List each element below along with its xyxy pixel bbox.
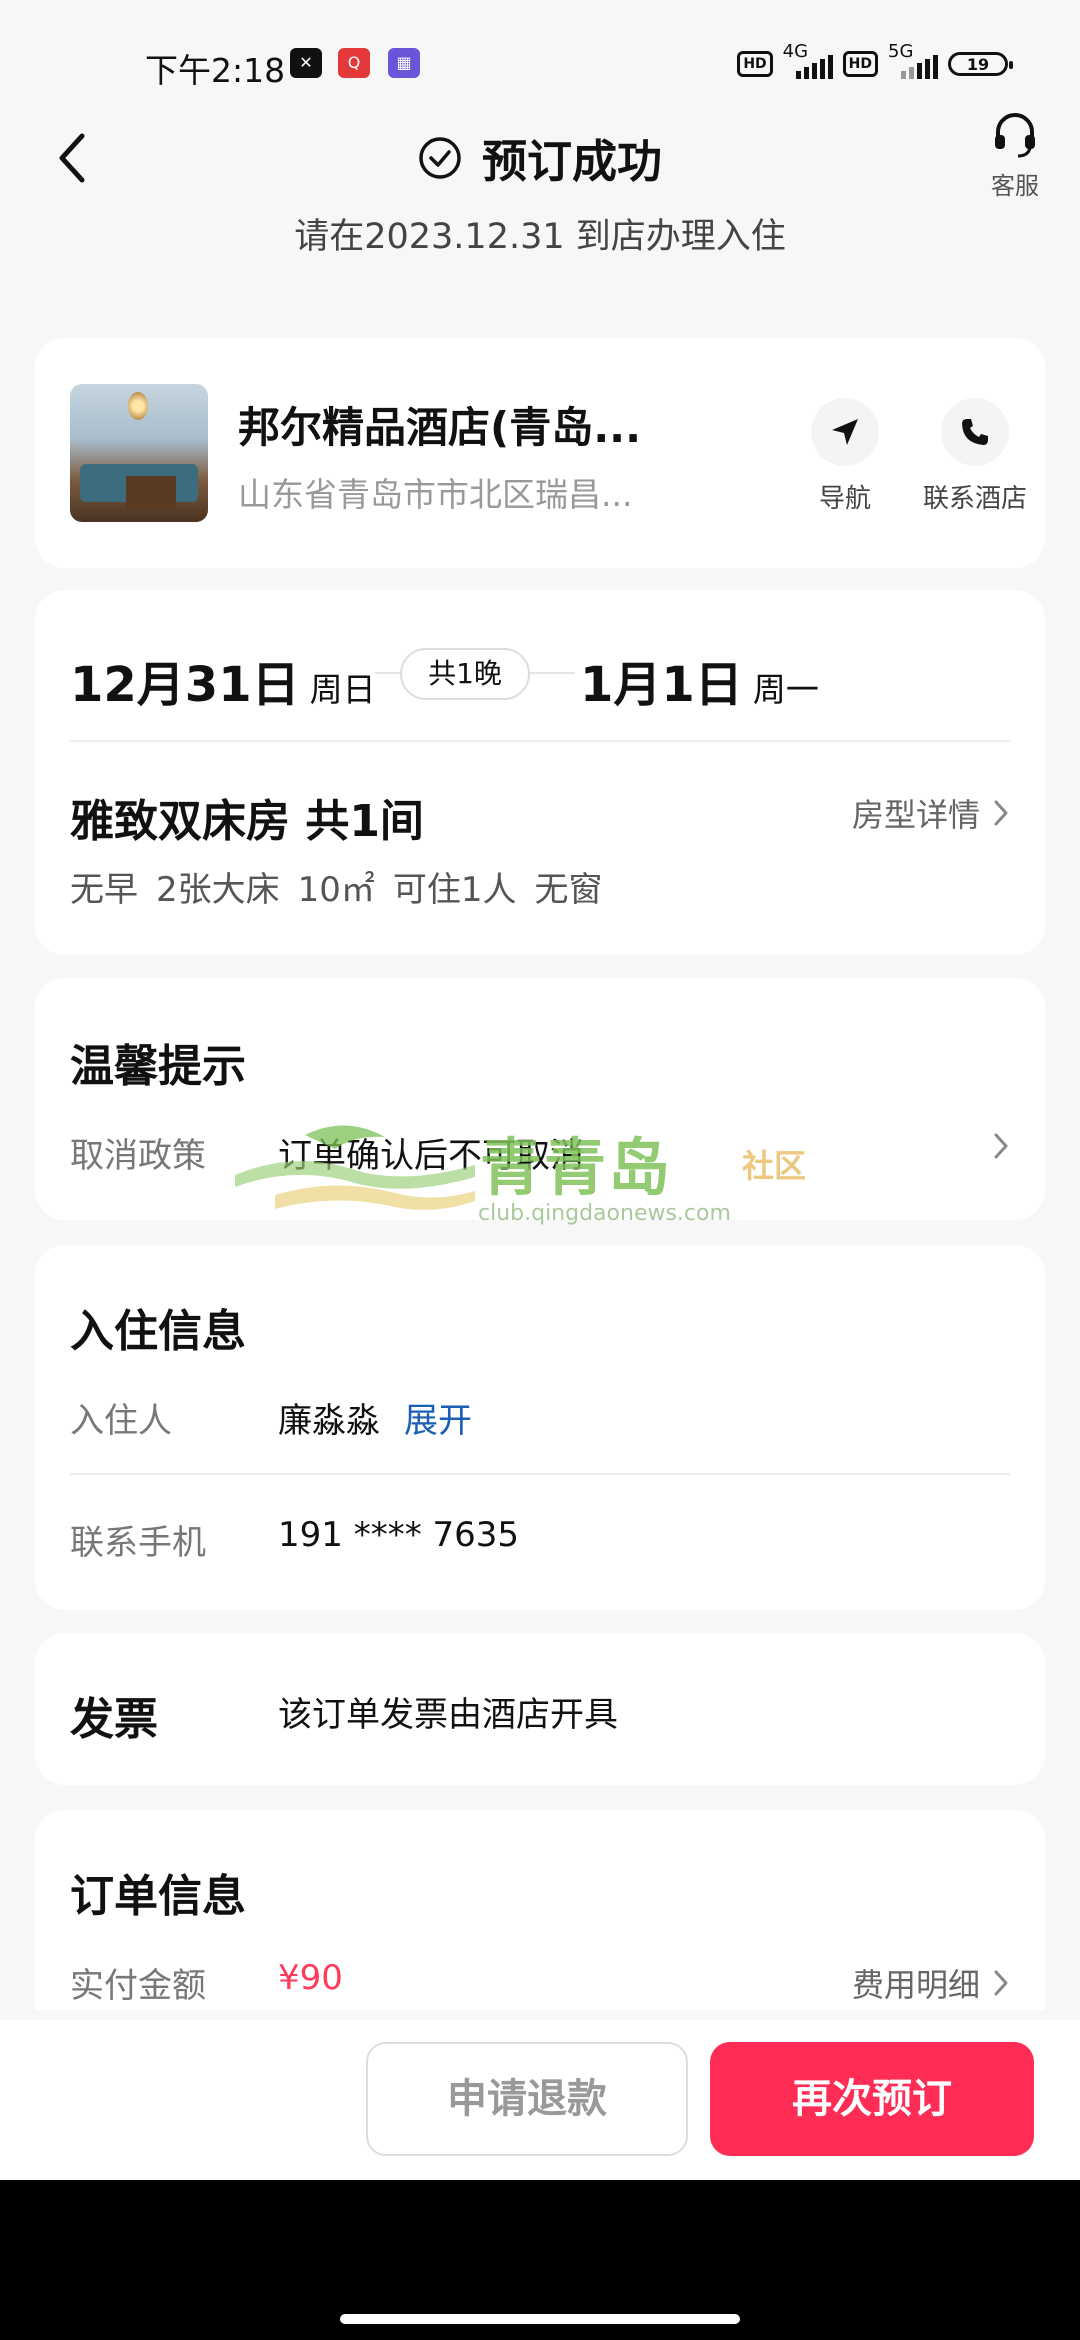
guest-name-row: 廉淼淼 展开 <box>278 1393 472 1442</box>
guest-info-card: 入住信息 入住人 廉淼淼 展开 联系手机 191 **** 7635 <box>35 1245 1045 1610</box>
feature-window: 无窗 <box>534 870 603 910</box>
watermark-community: 社区 <box>742 1147 807 1185</box>
checkout-date-value: 1月1日 <box>580 657 743 713</box>
battery-icon: 19 <box>948 52 1013 76</box>
home-indicator[interactable] <box>340 2314 740 2324</box>
invoice-text: 该订单发票由酒店开具 <box>278 1695 618 1735</box>
headset-icon <box>995 113 1035 158</box>
watermark-logo: 青青岛 社区 club.qingdaonews.com <box>235 1115 835 1235</box>
feature-area: 10㎡ <box>297 870 375 910</box>
status-bar: 下午2:18 ✕ Q ▦ HD 4G HD 5G 19 <box>0 0 1080 120</box>
capcut-app-icon: ✕ <box>290 48 322 78</box>
fee-detail-link[interactable]: 费用明细 <box>852 1960 1010 2006</box>
divider <box>70 740 1010 742</box>
call-hotel-label: 联系酒店 <box>922 484 1027 514</box>
watermark-brand: 青青岛 <box>480 1131 673 1204</box>
divider <box>70 1473 1010 1475</box>
paid-amount: ¥90 <box>278 1958 343 1998</box>
system-navigation-bar <box>0 2180 1080 2340</box>
order-info-title: 订单信息 <box>70 1871 246 1922</box>
cancel-policy-label: 取消政策 <box>70 1136 206 1176</box>
checkout-weekday: 周一 <box>752 670 819 709</box>
customer-service-button[interactable]: 客服 <box>980 110 1050 201</box>
bottom-action-bar: 申请退款 再次预订 <box>0 2020 1080 2180</box>
nights-badge: 共1晚 <box>400 648 530 700</box>
signal-4g-icon: 4G <box>783 41 833 81</box>
checkin-date-value: 12月31日 <box>70 657 300 713</box>
check-circle-icon <box>419 136 461 179</box>
navigate-button[interactable]: 导航 <box>790 398 900 515</box>
tips-title: 温馨提示 <box>70 1041 246 1092</box>
room-features: 无早 2张大床 10㎡ 可住1人 无窗 <box>70 862 603 911</box>
feature-occupancy: 可住1人 <box>392 870 517 910</box>
rebook-button[interactable]: 再次预订 <box>710 2042 1034 2156</box>
hotel-card[interactable]: 邦尔精品酒店(青岛... 山东省青岛市市北区瑞昌... 导航 联系酒店 <box>35 338 1045 568</box>
order-info-card: 订单信息 实付金额 ¥90 费用明细 <box>35 1810 1045 2010</box>
fee-detail-label: 费用明细 <box>851 1966 980 2004</box>
invoice-card: 发票 该订单发票由酒店开具 <box>35 1633 1045 1785</box>
navigation-arrow-icon <box>832 419 858 445</box>
phone-label: 联系手机 <box>70 1523 206 1563</box>
checkin-date: 12月31日 周日 <box>70 645 376 715</box>
invoice-title: 发票 <box>70 1694 158 1745</box>
room-type: 雅致双床房 共1间 <box>70 796 424 847</box>
signal-5g-icon: 5G <box>888 41 938 81</box>
page-header: 预订成功 <box>0 125 1080 190</box>
page-title: 预订成功 <box>481 135 662 188</box>
room-detail-label: 房型详情 <box>851 796 980 834</box>
status-time: 下午2:18 <box>145 51 286 90</box>
chevron-right-icon <box>994 1970 1008 1996</box>
hotel-address: 山东省青岛市市北区瑞昌... <box>238 475 633 514</box>
customer-service-label: 客服 <box>991 172 1039 200</box>
chevron-right-icon <box>994 1133 1008 1159</box>
phone-value: 191 **** 7635 <box>278 1515 520 1555</box>
guest-info-title: 入住信息 <box>70 1306 246 1357</box>
expand-guests-link[interactable]: 展开 <box>404 1401 472 1441</box>
checkin-weekday: 周日 <box>309 670 376 709</box>
call-hotel-button[interactable]: 联系酒店 <box>910 398 1040 515</box>
checkin-reminder: 请在2023.12.31 到店办理入住 <box>294 217 786 257</box>
hd-icon-2: HD <box>842 51 878 77</box>
hotel-thumbnail[interactable] <box>70 384 208 522</box>
room-detail-link[interactable]: 房型详情 <box>852 790 1010 836</box>
refund-button[interactable]: 申请退款 <box>366 2042 688 2156</box>
battery-level: 19 <box>966 54 990 74</box>
guest-name: 廉淼淼 <box>278 1401 380 1441</box>
hotel-name[interactable]: 邦尔精品酒店(青岛... <box>238 394 641 455</box>
notification-app-icon: Q <box>338 48 370 78</box>
guest-label: 入住人 <box>70 1401 172 1441</box>
navigate-label: 导航 <box>818 484 871 514</box>
feature-bed: 2张大床 <box>156 870 280 910</box>
hd-icon: HD <box>737 51 773 77</box>
stay-card: 12月31日 周日 共1晚 1月1日 周一 雅致双床房 共1间 房型详情 无早 … <box>35 590 1045 955</box>
checkout-date: 1月1日 周一 <box>580 645 819 715</box>
watermark-cloud-icon <box>235 1125 475 1210</box>
feature-breakfast: 无早 <box>70 870 138 910</box>
watermark-url: club.qingdaonews.com <box>478 1201 731 1226</box>
chevron-right-icon <box>994 800 1008 826</box>
paid-amount-label: 实付金额 <box>70 1966 206 2006</box>
notification-app-icon-2: ▦ <box>388 48 420 78</box>
status-icons: HD 4G HD 5G 19 <box>737 41 1013 84</box>
phone-icon <box>962 419 988 445</box>
